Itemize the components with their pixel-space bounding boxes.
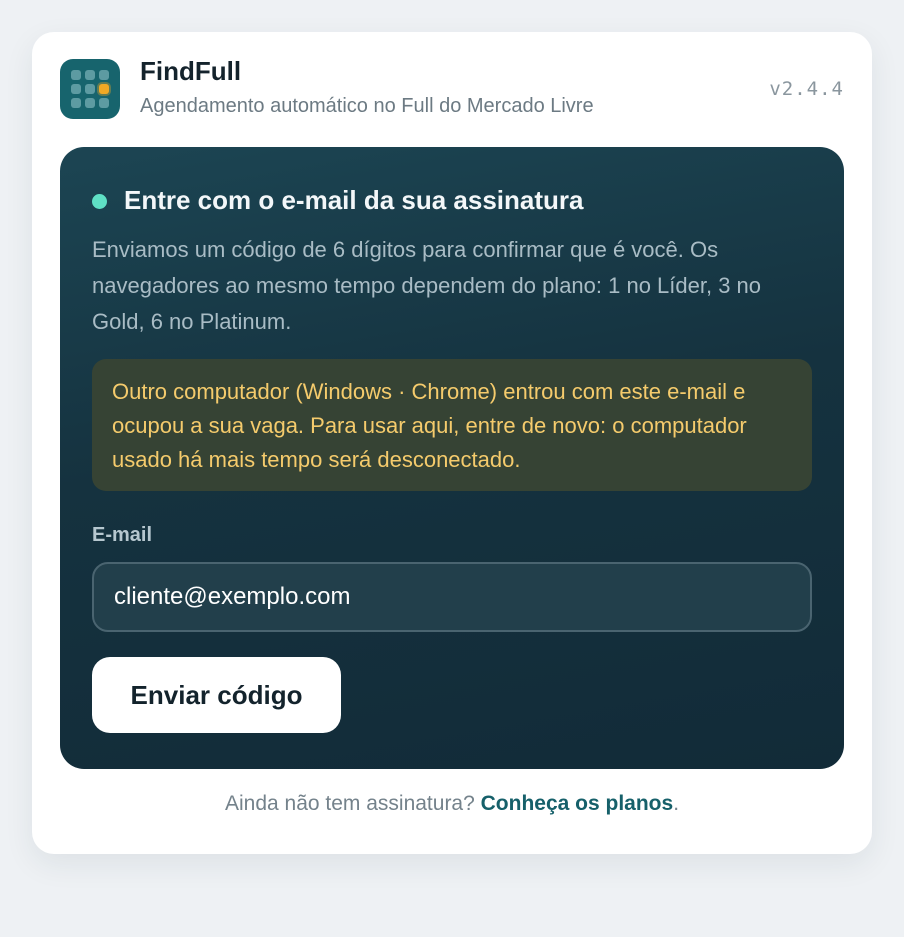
send-code-button[interactable]: Enviar código (92, 657, 341, 733)
login-title: Entre com o e-mail da sua assinatura (124, 185, 584, 215)
version-label: v2.4.4 (769, 78, 844, 100)
footer-prompt: Ainda não tem assinatura? (224, 792, 481, 815)
app-tagline: Agendamento automático no Full do Mercad… (140, 95, 594, 117)
login-card: FindFull Agendamento automático no Full … (32, 32, 872, 854)
login-description: Enviamos um código de 6 dígitos para con… (92, 237, 762, 334)
login-panel: Entre com o e-mail da sua assinatura Env… (60, 147, 844, 769)
email-label: E-mail (92, 524, 153, 546)
status-dot-icon (92, 194, 107, 209)
session-warning: Outro computador (Windows · Chrome) entr… (92, 359, 812, 491)
signup-footer: Ainda não tem assinatura? Conheça os pla… (32, 792, 872, 816)
app-name: FindFull (140, 56, 242, 86)
footer-suffix: . (673, 792, 680, 815)
plans-link[interactable]: Conheça os planos (481, 792, 674, 815)
email-field[interactable] (92, 562, 812, 632)
grid-calendar-icon (60, 59, 120, 119)
